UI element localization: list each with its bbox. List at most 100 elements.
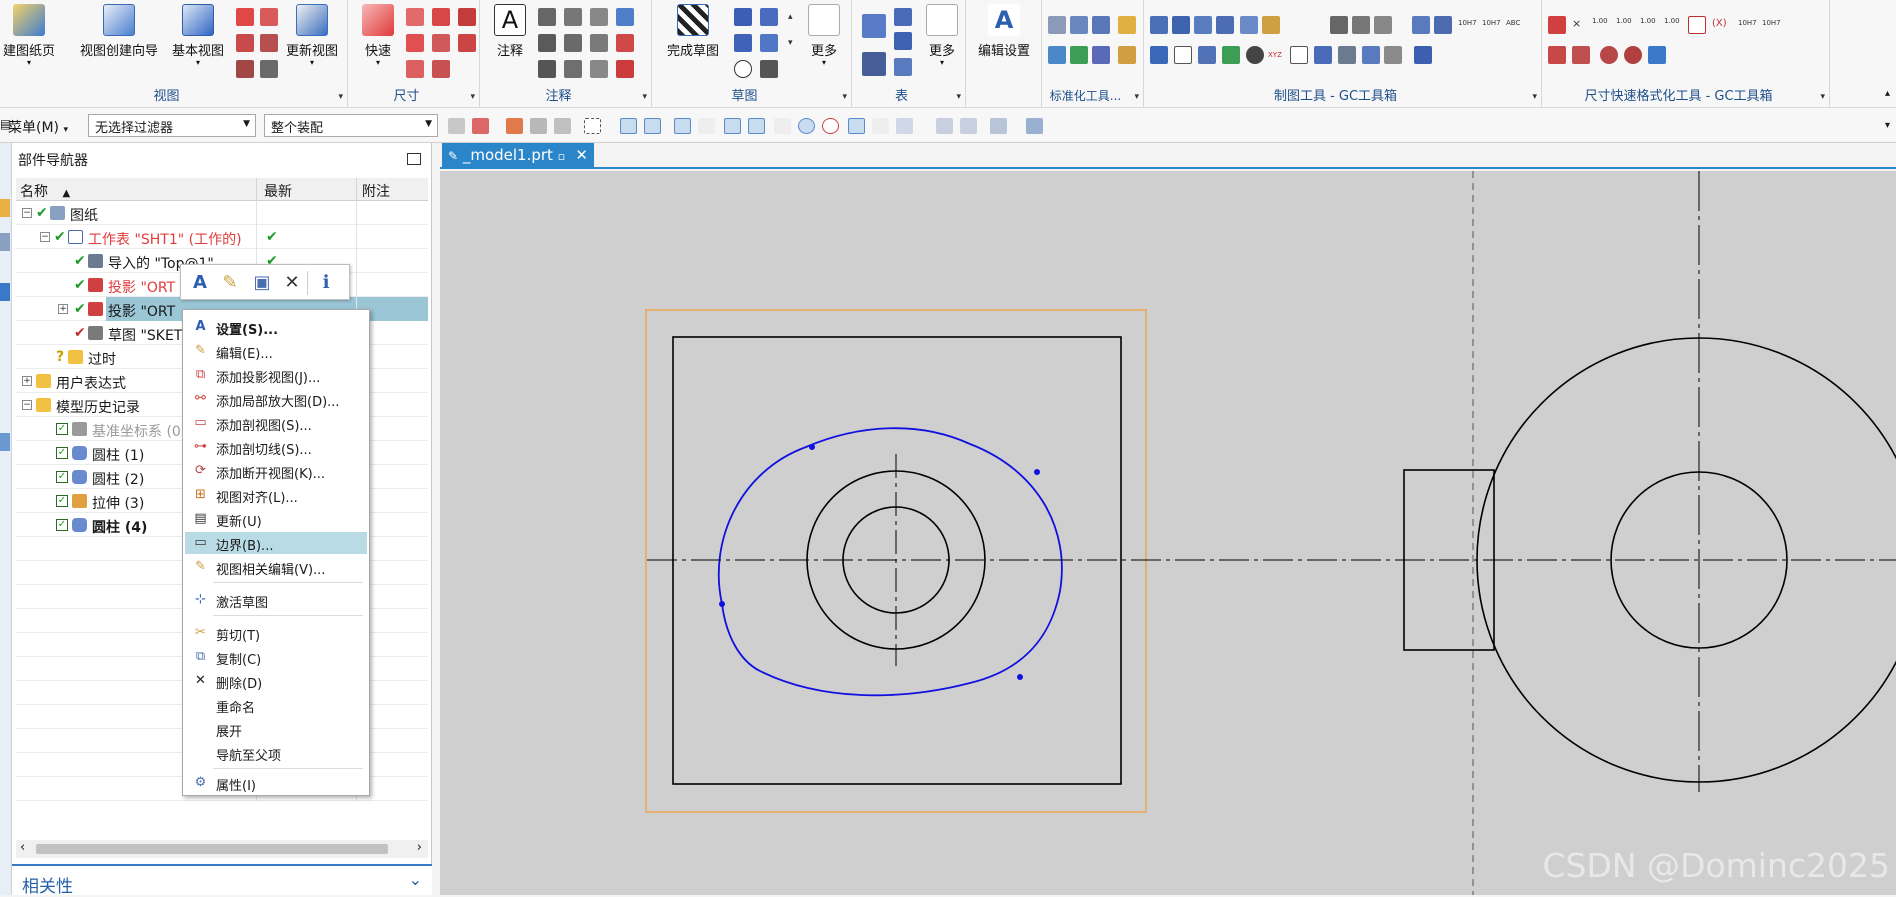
snap-icon[interactable] [644, 118, 661, 134]
pin-icon[interactable]: ▫ [558, 150, 565, 163]
expand-icon[interactable]: + [22, 376, 32, 386]
more-table-button[interactable]: 更多 ▾ [920, 4, 964, 67]
close-icon[interactable]: ✕ [575, 146, 588, 164]
gc-tool-icon[interactable] [1150, 46, 1168, 64]
gc-tool-icon[interactable] [1198, 46, 1216, 64]
snap-icon[interactable] [674, 118, 691, 134]
menu-item-add-section-view[interactable]: ▭ 添加剖视图(S)... [185, 412, 367, 435]
menu-item-view-dependent-edit[interactable]: ✎ 视图相关编辑(V)... [185, 556, 367, 579]
snap-icon[interactable] [620, 118, 637, 134]
gallery-scroll-icon[interactable]: ▾ [788, 39, 793, 48]
checkbox[interactable]: ✓ [56, 423, 68, 435]
gc-tool-icon[interactable] [1240, 16, 1258, 34]
note-button[interactable]: A 注释 [490, 4, 530, 59]
gc-dim-tiny[interactable]: 1.00 [1664, 18, 1680, 25]
ribbon-collapse-icon[interactable]: ▴ [1885, 88, 1890, 99]
finish-sketch-button[interactable]: 完成草图 [658, 4, 728, 59]
collapse-icon[interactable]: − [40, 232, 50, 242]
broken-view-icon[interactable] [236, 60, 254, 78]
radial-dim-icon[interactable] [432, 8, 450, 26]
gc-tool-icon[interactable] [1314, 46, 1332, 64]
group-expand-icon[interactable]: ▾ [642, 92, 647, 102]
checkbox[interactable]: ✓ [56, 519, 68, 531]
view-tool-icon[interactable] [1026, 118, 1043, 134]
tree-node-sheet[interactable]: − ✔ 工作表 "SHT1" (工作的) ✔ [16, 225, 428, 249]
menu-item-cut[interactable]: ✂ 剪切(T) [185, 622, 367, 645]
resource-tab-icon[interactable] [0, 199, 10, 217]
gc-dim-tiny[interactable]: (X) [1712, 19, 1727, 29]
column-header-latest[interactable]: 最新 [264, 181, 292, 201]
quick-dimension-button[interactable]: 快速 ▾ [358, 4, 398, 67]
chevron-down-icon[interactable]: ⌄ [409, 870, 422, 889]
group-expand-icon[interactable]: ▾ [1820, 92, 1825, 102]
gc-dim-tiny[interactable]: 1.00 [1640, 18, 1656, 25]
line-icon[interactable] [734, 34, 752, 52]
gc-tool-icon[interactable] [1222, 46, 1240, 64]
menu-button[interactable]: 菜单(M) ▾ [8, 117, 68, 137]
group-expand-icon[interactable]: ▾ [956, 92, 961, 102]
menu-item-edit[interactable]: ✎ 编辑(E)... [185, 340, 367, 363]
target-point-icon[interactable] [616, 60, 634, 78]
gc-dim-icon[interactable] [1548, 16, 1566, 34]
std-tool-icon[interactable] [1092, 16, 1110, 34]
more-sketch-button[interactable]: 更多 ▾ [802, 4, 846, 67]
std-tool-icon[interactable] [1070, 16, 1088, 34]
arc-length-dim-icon[interactable] [458, 34, 476, 52]
delete-icon[interactable]: ✕ [281, 272, 303, 294]
settings-icon[interactable]: A [189, 272, 211, 294]
gc-tiny-label[interactable]: 10H7 [1458, 20, 1477, 27]
selection-filter-dropdown[interactable]: 无选择过滤器 ▼ [88, 114, 256, 137]
expand-icon[interactable]: + [58, 304, 68, 314]
search-icon[interactable] [538, 60, 556, 78]
edit-view-icon[interactable]: ✎ [219, 272, 241, 294]
snap-icon[interactable] [698, 118, 715, 134]
gc-dim-icon[interactable] [1548, 46, 1566, 64]
gc-tool-icon[interactable] [1434, 16, 1452, 34]
menu-item-view-align[interactable]: ⊞ 视图对齐(L)... [185, 484, 367, 507]
gc-tool-icon[interactable] [1194, 16, 1212, 34]
centerline-icon[interactable] [616, 8, 634, 26]
menu-item-settings[interactable]: A 设置(S)... [185, 316, 367, 339]
view-wizard-button[interactable]: 视图创建向导 [74, 4, 164, 59]
column-header-name[interactable]: 名称 ▲ [20, 181, 70, 201]
checkbox[interactable]: ✓ [56, 471, 68, 483]
std-tool-icon[interactable] [1118, 46, 1136, 64]
gc-dim-tiny[interactable]: × [1572, 18, 1581, 29]
table-note-icon[interactable] [862, 14, 886, 38]
point-icon[interactable] [760, 60, 778, 78]
scroll-left-icon[interactable]: ‹ [20, 840, 25, 855]
menu-item-properties[interactable]: ⚙ 属性(I) [185, 772, 367, 795]
projected-view-icon[interactable] [236, 8, 254, 26]
view-align-icon[interactable] [260, 60, 278, 78]
resource-tab-icon[interactable] [0, 433, 10, 451]
gc-tool-icon[interactable] [1246, 46, 1264, 64]
select-icon[interactable] [530, 118, 547, 134]
column-header-note[interactable]: 附注 [362, 181, 390, 201]
rectangle-icon[interactable] [760, 8, 778, 26]
gc-dim-tiny[interactable]: 1.00 [1592, 18, 1608, 25]
select-icon[interactable] [448, 118, 465, 134]
gc-tool-icon[interactable] [1374, 16, 1392, 34]
gc-dim-tiny[interactable]: 10H7 [1762, 20, 1781, 27]
menu-item-rename[interactable]: 重命名 [185, 694, 367, 716]
base-view-button[interactable]: 基本视图 ▾ [166, 4, 230, 67]
menu-item-navigate-parent[interactable]: 导航至父项 [185, 742, 367, 764]
surface-finish-icon[interactable] [564, 34, 582, 52]
snap-icon[interactable] [798, 118, 815, 134]
view-tool-icon[interactable] [936, 118, 953, 134]
select-icon[interactable] [584, 118, 601, 134]
checkbox[interactable]: ✓ [56, 447, 68, 459]
tree-node-drawing[interactable]: − ✔ 图纸 [16, 201, 428, 225]
datum-feature-icon[interactable] [564, 8, 582, 26]
maximize-icon[interactable] [407, 153, 421, 165]
menu-item-boundary[interactable]: ▭ 边界(B)... [185, 532, 367, 554]
circle-icon[interactable] [734, 60, 752, 78]
drawing-sheet[interactable] [440, 171, 1896, 895]
tabular-icon[interactable] [862, 52, 886, 76]
gc-tool-icon[interactable] [1290, 46, 1308, 64]
group-expand-icon[interactable]: ▾ [470, 92, 475, 102]
std-tool-icon[interactable] [1092, 46, 1110, 64]
gc-tiny-label[interactable]: 10H7 [1482, 20, 1501, 27]
gc-tool-icon[interactable] [1174, 46, 1192, 64]
gc-tiny-label[interactable]: XYZ [1268, 52, 1282, 59]
